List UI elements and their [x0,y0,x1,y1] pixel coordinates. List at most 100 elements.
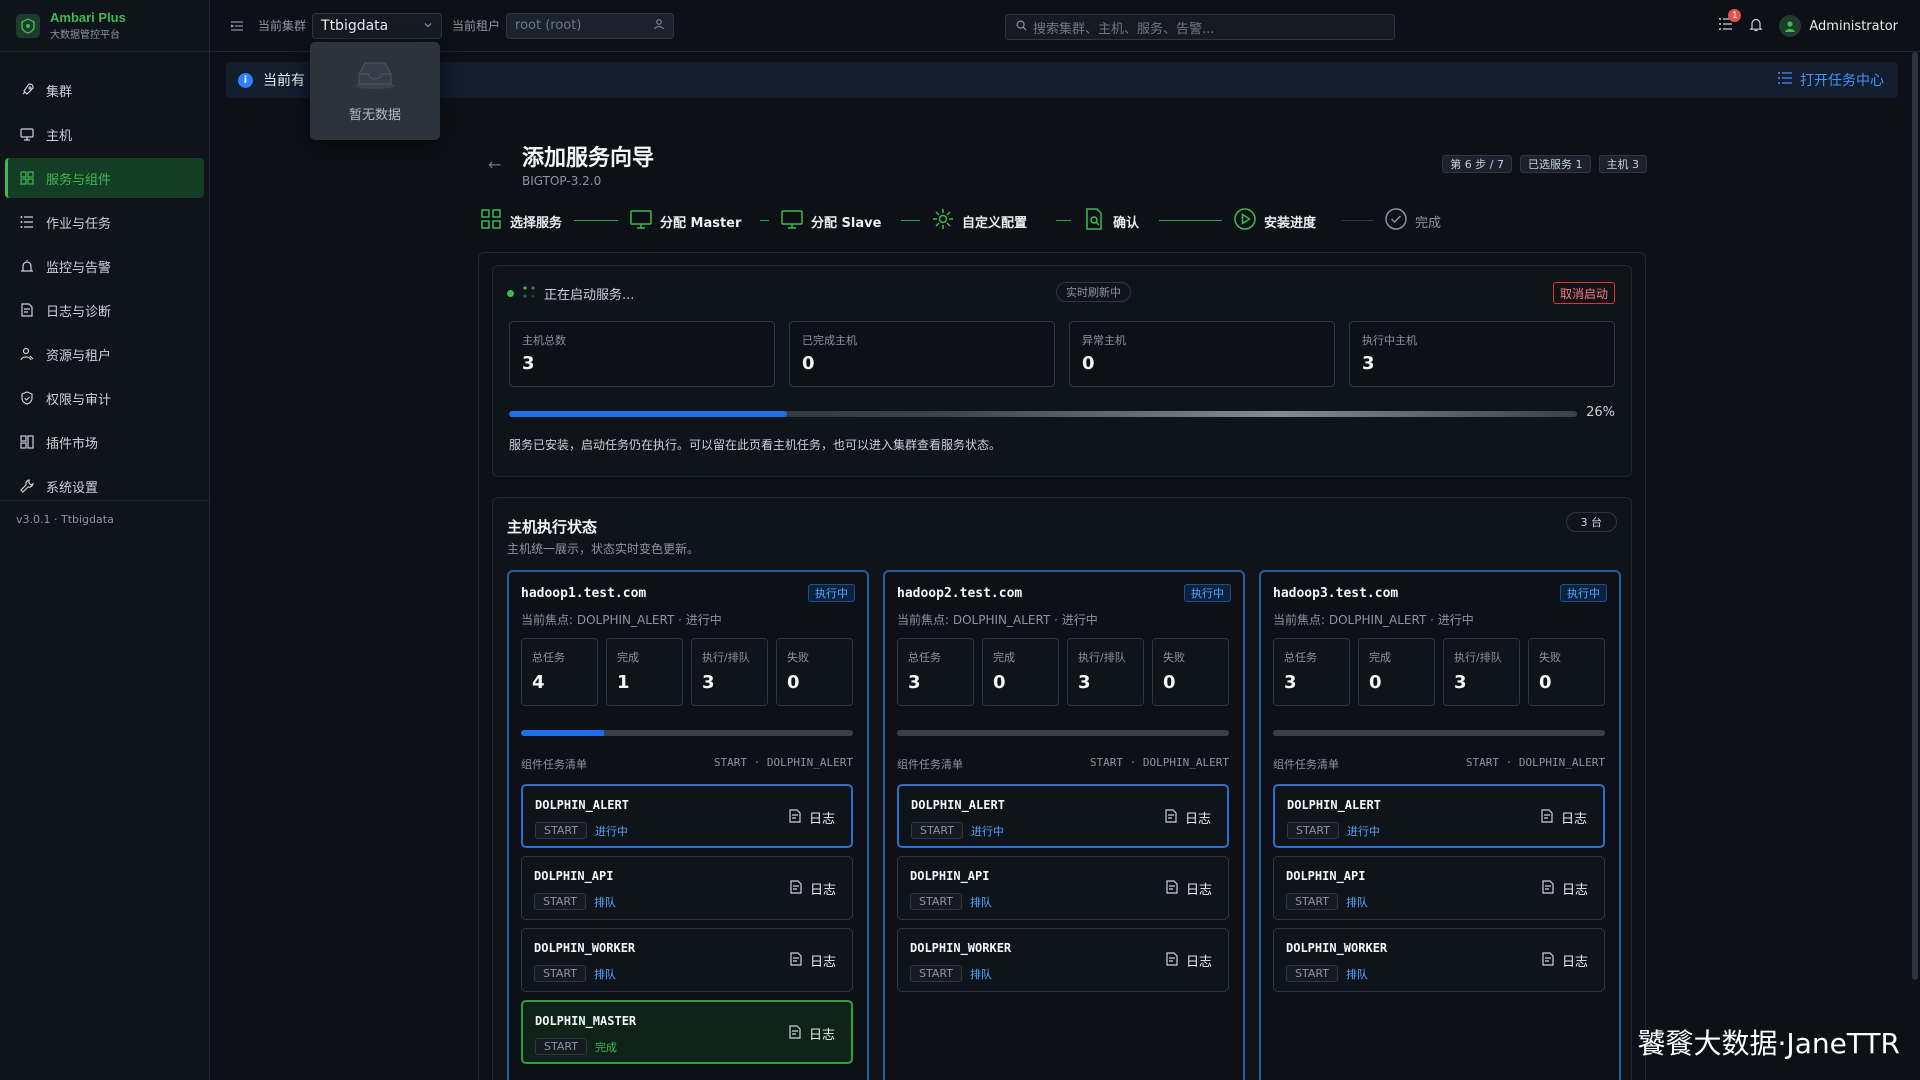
component-tags: START 排队 [1286,965,1368,982]
document-icon [789,808,801,827]
sidebar-item-6[interactable]: 资源与租户 [5,334,204,374]
host-stat-value: 0 [1163,672,1176,693]
host-progress-bar [897,730,1229,736]
host-stat-value: 3 [1454,672,1467,693]
view-log-label: 日志 [809,883,836,898]
search-placeholder: 搜索集群、主机、服务、告警... [1033,21,1215,37]
component-current-op: START · DOLPHIN_ALERT [1465,756,1605,769]
view-log-button[interactable]: 日志 [1542,951,1588,970]
wizard-step-label: 完成 [1415,215,1442,231]
progress-card: 正在启动服务... 实时刷新中 取消启动 主机总数 3 已完成主机 0 异常主机 0 执行中… [492,265,1632,477]
view-log-button[interactable]: 日志 [1166,879,1212,898]
host-stat-value: 4 [532,672,545,693]
view-log-label: 日志 [1560,812,1587,827]
sidebar-item-3[interactable]: 作业与任务 [5,202,204,242]
component-state: 进行中 [970,824,1004,838]
view-log-button[interactable]: 日志 [790,879,836,898]
component-op-tag: START [911,822,963,839]
header-chip: 主机 3 [1598,155,1647,173]
watermark: 饕餮大数据·JaneTTR [1637,1027,1900,1060]
component-list-label: 组件任务清单 [521,758,587,771]
brand[interactable]: Ambari Plus 大数据管控平台 [0,0,209,52]
view-log-button[interactable]: 日志 [789,1024,835,1043]
header-chip: 已选服务 1 [1520,155,1591,173]
component-tags: START 进行中 [535,822,628,839]
summary-stat-value: 0 [802,353,815,374]
component-op-tag: START [1287,822,1339,839]
sidebar-item-0[interactable]: 集群 [5,70,204,110]
collapse-menu-icon[interactable] [230,19,244,33]
user-menu[interactable]: Administrator [1779,15,1898,37]
log-icon [20,303,34,317]
component-task: DOLPHIN_WORKER START 排队 日志 [521,928,853,992]
global-search-input[interactable]: 搜索集群、主机、服务、告警... [1005,14,1395,40]
component-name: DOLPHIN_WORKER [534,941,636,955]
host-stat-label: 完成 [1369,651,1391,664]
document-icon [1165,808,1177,827]
host-stat: 执行/排队 3 [1443,638,1520,706]
summary-stat-value: 3 [1362,353,1375,374]
brand-name: Ambari Plus [50,10,126,25]
cancel-start-button[interactable]: 取消启动 [1552,282,1615,304]
header-chips: 第 6 步 / 7 已选服务 1 主机 3 [1442,155,1647,173]
task-list-icon [1718,18,1733,35]
sidebar-item-2[interactable]: 服务与组件 [5,158,204,198]
user-icon [20,347,34,361]
open-task-center-link[interactable]: 打开任务中心 [1778,62,1884,98]
view-log-button[interactable]: 日志 [789,808,835,827]
host-stat-label: 执行/排队 [1454,651,1502,664]
host-stat-value: 3 [702,672,715,693]
sidebar-item-8[interactable]: 插件市场 [5,422,204,462]
component-list-label: 组件任务清单 [1273,758,1339,771]
component-list-header: 组件任务清单 START · DOLPHIN_ALERT [1273,756,1605,772]
document-icon [1166,879,1178,898]
task-list-button[interactable]: 1 [1718,9,1742,35]
bell-icon[interactable] [1749,17,1764,36]
header-chip: 第 6 步 / 7 [1442,155,1512,173]
host-stat-value: 0 [993,672,1006,693]
view-log-button[interactable]: 日志 [1165,808,1211,827]
brand-logo-icon [16,13,40,38]
component-name: DOLPHIN_ALERT [1287,798,1381,812]
view-log-label: 日志 [808,812,835,827]
sidebar-item-label: 主机 [46,128,73,144]
host-stat-label: 完成 [617,651,639,664]
view-log-button[interactable]: 日志 [1166,951,1212,970]
view-log-button[interactable]: 日志 [1541,808,1587,827]
component-name: DOLPHIN_ALERT [535,798,629,812]
sidebar-item-1[interactable]: 主机 [5,114,204,154]
play-circle-icon [1234,208,1256,234]
tenant-select[interactable]: root (root) [506,12,675,39]
host-status-badge: 执行中 [1184,584,1231,602]
check-circle-icon [1385,208,1407,234]
host-stat-value: 0 [787,672,800,693]
host-stat-label: 总任务 [1284,651,1317,664]
user-name: Administrator [1809,18,1898,34]
sidebar-item-label: 插件市场 [46,436,99,452]
component-op-tag: START [910,893,962,910]
hosts-subtitle: 主机统一展示，状态实时变色更新。 [507,542,700,556]
host-name: hadoop2.test.com [897,586,1023,601]
back-arrow-icon[interactable]: ← [488,155,501,174]
sidebar-item-label: 作业与任务 [46,216,112,232]
cluster-select[interactable]: Ttbigdata [312,12,443,39]
view-log-button[interactable]: 日志 [1542,879,1588,898]
sidebar-item-7[interactable]: 权限与审计 [5,378,204,418]
component-name: DOLPHIN_MASTER [535,1014,637,1028]
host-stats: 总任务 3 完成 0 执行/排队 3 失败 0 [1273,638,1605,706]
wizard-steps: 选择服务 分配 Master 分配 Slave 自定义配置 确认 安装进度 完成 [478,208,1646,232]
wizard-step-label: 安装进度 [1264,215,1317,231]
summary-stat-value: 3 [522,353,535,374]
wizard-step-connector [1159,220,1222,221]
component-state: 完成 [594,1040,617,1054]
sidebar-item-4[interactable]: 监控与告警 [5,246,204,286]
list-icon [1778,72,1792,88]
sidebar-item-5[interactable]: 日志与诊断 [5,290,204,330]
page-scrollbar[interactable] [1912,52,1918,980]
view-log-button[interactable]: 日志 [790,951,836,970]
wizard-step-label: 确认 [1113,215,1140,231]
cluster-select-value: Ttbigdata [321,17,389,34]
summary-stat-label: 主机总数 [522,334,566,347]
progress-description: 服务已安装，启动任务仍在执行。可以留在此页看主机任务，也可以进入集群查看服务状态… [509,438,1002,452]
component-name: DOLPHIN_WORKER [1286,941,1388,955]
